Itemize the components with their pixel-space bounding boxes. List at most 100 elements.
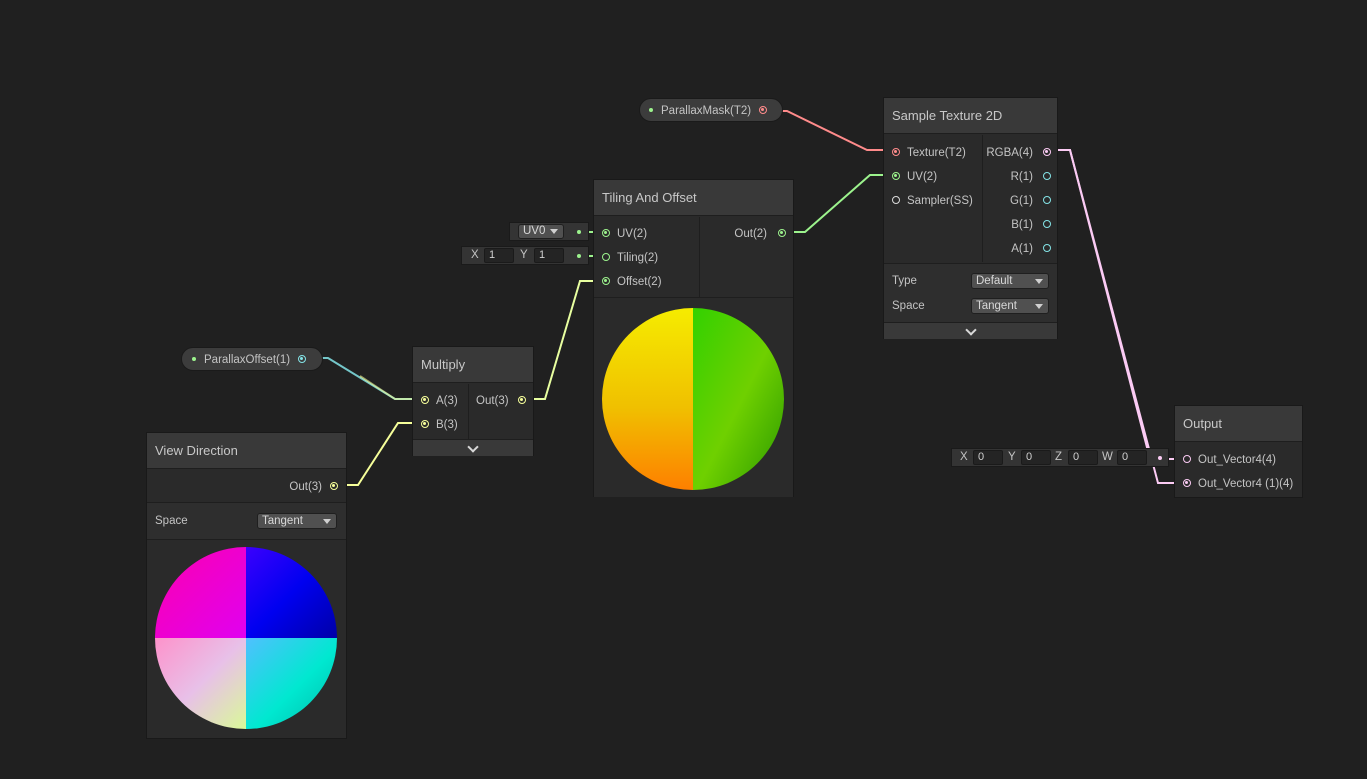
out-label: Out(2) — [734, 228, 767, 240]
parallax-offset-property[interactable]: ParallaxOffset(1) — [181, 347, 323, 371]
sample-texture-2d-node[interactable]: Sample Texture 2D Texture(T2) UV(2) Samp… — [883, 97, 1058, 339]
uv-in-port[interactable] — [602, 229, 610, 237]
default-y-label: Y — [1008, 451, 1016, 463]
multiply-title[interactable]: Multiply — [413, 347, 533, 383]
a-in-port[interactable] — [421, 396, 429, 404]
out-vector4-in-port[interactable] — [1183, 455, 1191, 463]
out-label: Out(3) — [476, 395, 509, 407]
chevron-down-icon — [323, 519, 331, 524]
chevron-down-icon — [964, 324, 977, 336]
uv-in-label: UV(2) — [617, 228, 648, 240]
default-z-label: Z — [1055, 451, 1063, 463]
tiling-inline-input: X 1 Y 1 — [461, 246, 589, 265]
default-w-field[interactable]: 0 — [1117, 450, 1147, 465]
g-out-label: G(1) — [1010, 195, 1033, 207]
output-default-input: X 0 Y 0 Z 0 W 0 — [951, 448, 1169, 467]
tiling-x-field[interactable]: 1 — [484, 248, 514, 263]
chevron-down-icon — [1035, 279, 1043, 284]
preview-sphere-icon — [155, 547, 337, 729]
default-x-label: X — [960, 451, 968, 463]
view-direction-preview — [147, 539, 346, 738]
port-divider — [468, 384, 469, 439]
output-title[interactable]: Output — [1175, 406, 1302, 442]
g-out-port[interactable] — [1043, 196, 1051, 204]
sampler-in-label: Sampler(SS) — [907, 195, 973, 207]
uv-in-port[interactable] — [892, 172, 900, 180]
exposed-indicator — [649, 108, 653, 112]
tiling-offset-preview — [594, 297, 793, 497]
uv-channel-value: UV0 — [523, 225, 546, 237]
chevron-down-icon — [467, 441, 479, 453]
out-vector4-1-in-port[interactable] — [1183, 479, 1191, 487]
tiling-and-offset-node[interactable]: Tiling And Offset UV(2) Tiling(2) Offset… — [593, 179, 794, 497]
tiling-y-label: Y — [520, 249, 528, 261]
offset-in-port[interactable] — [602, 277, 610, 285]
out-port[interactable] — [330, 482, 338, 490]
wire-rgba-to-output-2 — [1046, 149, 1186, 484]
space-value: Tangent — [262, 515, 303, 527]
chevron-down-icon — [1035, 304, 1043, 309]
out-vector4-1-label: Out_Vector4 (1)(4) — [1198, 478, 1294, 490]
out-port[interactable] — [518, 396, 526, 404]
wire-rgba-to-output — [1046, 149, 1186, 460]
sampler-in-port[interactable] — [892, 196, 900, 204]
tiling-in-label: Tiling(2) — [617, 252, 659, 264]
default-z-field[interactable]: 0 — [1068, 450, 1098, 465]
b-in-label: B(3) — [436, 419, 458, 431]
exposed-indicator — [192, 357, 196, 361]
b-out-label: B(1) — [1011, 219, 1033, 231]
rgba-out-port[interactable] — [1043, 148, 1051, 156]
type-value: Default — [976, 275, 1013, 287]
r-out-label: R(1) — [1010, 171, 1033, 183]
inline-connector — [577, 254, 581, 258]
parallax-mask-property[interactable]: ParallaxMask(T2) — [639, 98, 783, 122]
wire-tiling-to-uv — [781, 174, 895, 233]
r-out-port[interactable] — [1043, 172, 1051, 180]
space-label: Space — [892, 300, 925, 312]
out-label: Out(3) — [289, 481, 322, 493]
space-dropdown[interactable]: Tangent — [257, 513, 337, 529]
tiling-offset-title[interactable]: Tiling And Offset — [594, 180, 793, 216]
wire-offset-to-a — [307, 357, 424, 400]
uv-channel-dropdown[interactable]: UV0 — [518, 224, 564, 239]
tiling-x-label: X — [471, 249, 479, 261]
parallax-mask-out-port[interactable] — [759, 106, 767, 114]
texture-in-port[interactable] — [892, 148, 900, 156]
port-divider — [699, 217, 700, 297]
out-vector4-label: Out_Vector4(4) — [1198, 454, 1276, 466]
a-out-port[interactable] — [1043, 244, 1051, 252]
view-direction-title[interactable]: View Direction — [147, 433, 346, 469]
parallax-offset-out-port[interactable] — [298, 355, 306, 363]
sample-texture-settings: Type Default Space Tangent — [884, 263, 1057, 322]
tiling-in-port[interactable] — [602, 253, 610, 261]
space-label: Space — [155, 515, 188, 527]
tiling-y-field[interactable]: 1 — [534, 248, 564, 263]
texture-in-label: Texture(T2) — [907, 147, 966, 159]
rgba-out-label: RGBA(4) — [986, 147, 1033, 159]
parallax-offset-label: ParallaxOffset(1) — [204, 354, 291, 366]
view-direction-settings: Space Tangent — [147, 502, 346, 540]
b-out-port[interactable] — [1043, 220, 1051, 228]
a-in-label: A(3) — [436, 395, 458, 407]
chevron-down-icon — [550, 229, 558, 234]
multiply-node[interactable]: Multiply A(3) B(3) Out(3) — [412, 346, 534, 456]
wire-mask-to-texture — [768, 110, 895, 151]
out-port[interactable] — [778, 229, 786, 237]
sample-texture-title[interactable]: Sample Texture 2D — [884, 98, 1057, 134]
type-dropdown[interactable]: Default — [971, 273, 1049, 289]
uv-inline-input: UV0 — [509, 222, 589, 241]
default-w-label: W — [1102, 451, 1113, 463]
collapse-toggle[interactable] — [413, 439, 533, 456]
view-direction-node[interactable]: View Direction Out(3) Space Tangent — [146, 432, 347, 739]
default-x-field[interactable]: 0 — [973, 450, 1003, 465]
preview-sphere-icon — [602, 308, 784, 490]
port-divider — [982, 135, 983, 262]
space-dropdown[interactable]: Tangent — [971, 298, 1049, 314]
default-y-field[interactable]: 0 — [1021, 450, 1051, 465]
wire-view-to-b — [334, 422, 424, 486]
b-in-port[interactable] — [421, 420, 429, 428]
collapse-toggle[interactable] — [884, 322, 1057, 339]
output-node[interactable]: Output Out_Vector4(4) Out_Vector4 (1)(4) — [1174, 405, 1303, 498]
uv-in-label: UV(2) — [907, 171, 938, 183]
parallax-mask-label: ParallaxMask(T2) — [661, 105, 752, 117]
